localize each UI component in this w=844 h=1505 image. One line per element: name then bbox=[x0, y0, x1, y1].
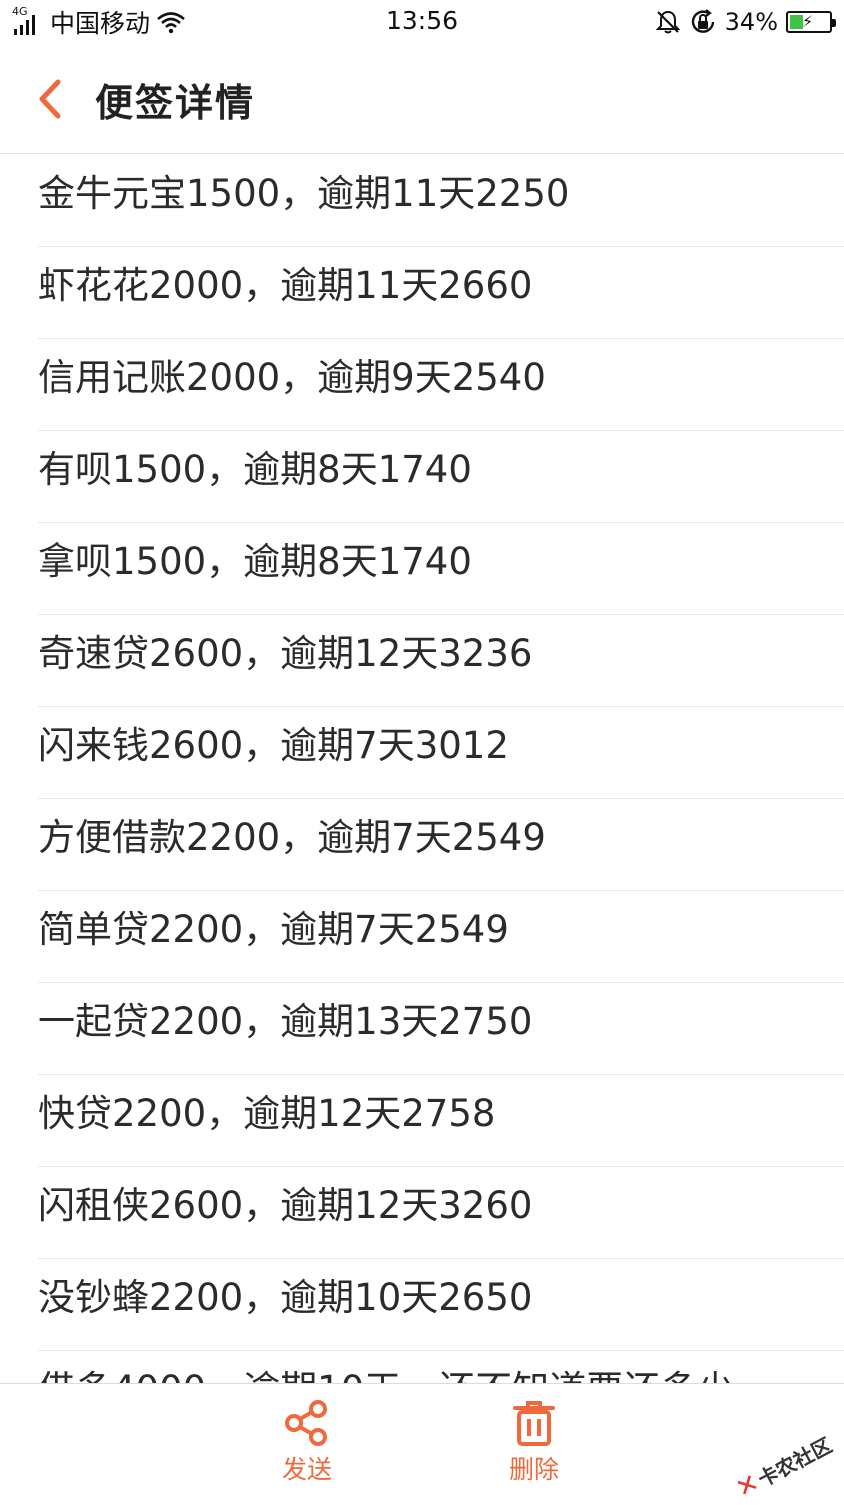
note-line: 有呗1500，逾期8天1740 bbox=[38, 431, 844, 523]
send-button[interactable]: 发送 bbox=[247, 1398, 367, 1486]
mute-bell-icon bbox=[655, 10, 681, 34]
note-line: 拿呗1500，逾期8天1740 bbox=[38, 523, 844, 615]
battery-percent: 34% bbox=[724, 8, 778, 36]
battery-icon: ⚡ bbox=[786, 11, 836, 33]
note-line: 闪租侠2600，逾期12天3260 bbox=[38, 1167, 844, 1259]
note-line: 一起贷2200，逾期13天2750 bbox=[38, 983, 844, 1075]
title-bar: 便签详情 bbox=[0, 44, 844, 154]
share-icon bbox=[285, 1400, 327, 1446]
note-line: 奇速贷2600，逾期12天3236 bbox=[38, 615, 844, 707]
note-line: 方便借款2200，逾期7天2549 bbox=[38, 799, 844, 891]
watermark-text: 卡农社区 bbox=[754, 1432, 837, 1492]
note-line: 金牛元宝1500，逾期11天2250 bbox=[38, 155, 844, 247]
trash-icon bbox=[513, 1401, 555, 1446]
note-content[interactable]: 金牛元宝1500，逾期11天2250 虾花花2000，逾期11天2660 信用记账2… bbox=[0, 155, 844, 1383]
note-line: 闪来钱2600，逾期7天3012 bbox=[38, 707, 844, 799]
bottom-toolbar: 发送 删除 ✕卡农社区 bbox=[0, 1383, 844, 1505]
watermark: ✕卡农社区 bbox=[731, 1429, 837, 1505]
chevron-left-icon[interactable] bbox=[30, 74, 70, 124]
status-right: 34% ⚡ bbox=[655, 6, 836, 38]
note-line: 信用记账2000，逾期9天2540 bbox=[38, 339, 844, 431]
rotation-lock-icon bbox=[691, 9, 714, 33]
delete-button[interactable]: 删除 bbox=[474, 1398, 594, 1486]
note-line: 没钞蜂2200，逾期10天2650 bbox=[38, 1259, 844, 1351]
send-label: 发送 bbox=[281, 1455, 332, 1484]
delete-label: 删除 bbox=[508, 1455, 559, 1484]
note-line: 简单贷2200，逾期7天2549 bbox=[38, 891, 844, 983]
page-title: 便签详情 bbox=[95, 81, 256, 125]
note-line: 借多4000，逾期10天，还不知道要还多少 bbox=[38, 1351, 844, 1383]
status-bar: 4G 中国移动 13:56 34% ⚡ bbox=[0, 0, 844, 44]
note-line: 快贷2200，逾期12天2758 bbox=[38, 1075, 844, 1167]
note-line: 虾花花2000，逾期11天2660 bbox=[38, 247, 844, 339]
